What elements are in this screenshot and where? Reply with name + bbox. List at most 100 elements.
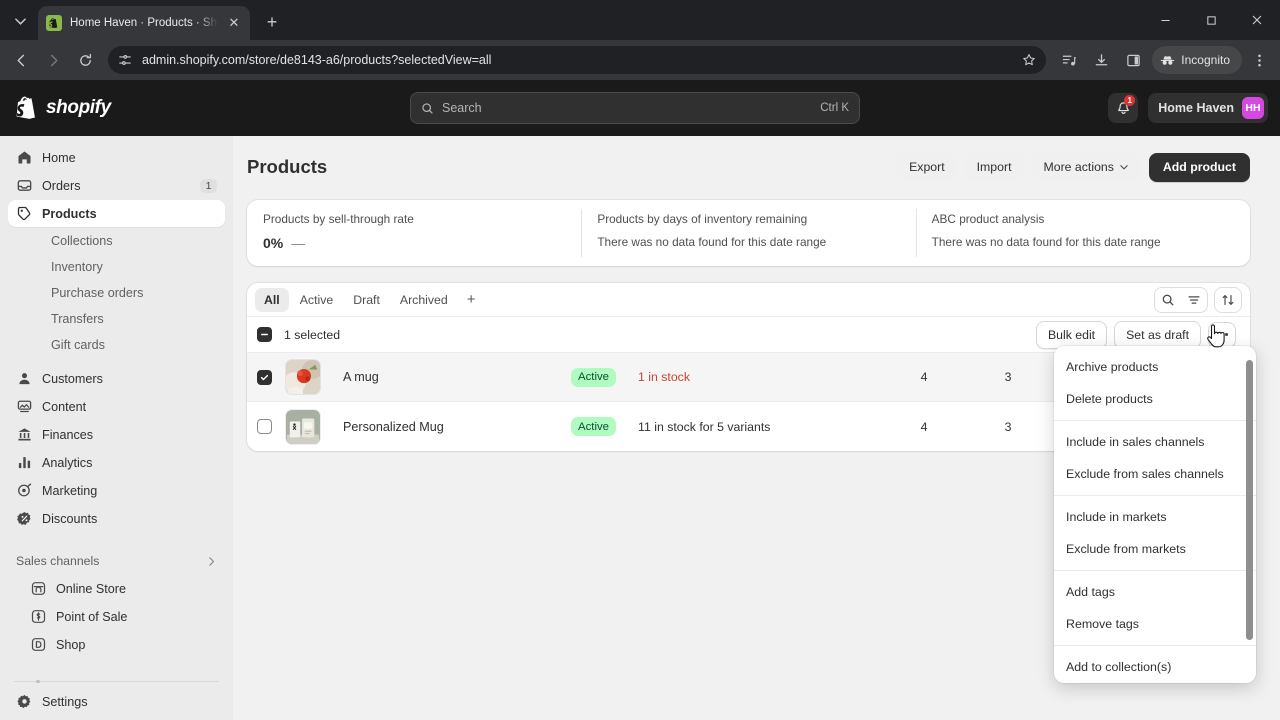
bookmark-star-icon[interactable] xyxy=(1022,53,1036,67)
new-tab-button[interactable]: + xyxy=(258,8,286,36)
metric-days-of-inventory[interactable]: Products by days of inventory remaining … xyxy=(581,200,915,266)
menu-item-exclude-from-sales-channels[interactable]: Exclude from sales channels xyxy=(1054,458,1256,490)
reload-icon[interactable] xyxy=(70,45,100,75)
customer-icon xyxy=(16,370,33,387)
menu-item-archive-products[interactable]: Archive products xyxy=(1054,351,1256,383)
select-all-checkbox[interactable] xyxy=(257,327,272,342)
tab-strip: Home Haven · Products · Shopi ✕ + xyxy=(0,0,1280,40)
product-thumbnail xyxy=(285,359,321,395)
global-search-input[interactable]: Search Ctrl K xyxy=(410,92,860,124)
add-product-button[interactable]: Add product xyxy=(1148,152,1250,182)
metric-sell-through-rate[interactable]: Products by sell-through rate 0% — xyxy=(247,200,581,266)
browser-toolbar: admin.shopify.com/store/de8143-a6/produc… xyxy=(0,40,1280,80)
point-of-sale-icon xyxy=(30,608,47,625)
metric-label: ABC product analysis xyxy=(931,212,1045,226)
sidebar-section-sales-channels[interactable]: Sales channels xyxy=(8,547,225,575)
tab-draft[interactable]: Draft xyxy=(344,288,389,312)
bulk-more-actions-button[interactable] xyxy=(1208,321,1236,348)
side-panel-icon[interactable] xyxy=(1118,45,1148,75)
dropdown-scroll-area: Archive products Delete products Include… xyxy=(1054,346,1256,683)
set-as-draft-button[interactable]: Set as draft xyxy=(1114,320,1201,349)
close-icon[interactable]: ✕ xyxy=(226,15,242,31)
export-button[interactable]: Export xyxy=(897,153,957,181)
sidebar-item-customers[interactable]: Customers xyxy=(8,365,225,392)
bulk-edit-button[interactable]: Bulk edit xyxy=(1035,320,1108,349)
page-actions: Export Import More actions Add product xyxy=(897,152,1250,182)
page-header: Products Export Import More actions Add … xyxy=(247,150,1250,184)
row-value-a: 4 xyxy=(920,370,928,384)
menu-item-delete-products[interactable]: Delete products xyxy=(1054,383,1256,415)
store-menu-button[interactable]: Home Haven HH xyxy=(1148,93,1268,123)
sidebar-item-gift-cards[interactable]: Gift cards xyxy=(8,332,225,358)
tab-archived[interactable]: Archived xyxy=(391,288,457,312)
sidebar-item-point-of-sale[interactable]: Point of Sale xyxy=(8,603,225,630)
shopify-logo[interactable]: shopify xyxy=(12,96,234,121)
more-actions-button[interactable]: More actions xyxy=(1031,153,1141,181)
close-window-icon[interactable] xyxy=(1234,0,1280,40)
menu-divider xyxy=(1054,645,1256,646)
search-icon xyxy=(421,102,434,115)
sidebar-item-home[interactable]: Home xyxy=(8,144,225,171)
menu-item-remove-tags[interactable]: Remove tags xyxy=(1054,608,1256,640)
address-bar[interactable]: admin.shopify.com/store/de8143-a6/produc… xyxy=(108,46,1047,74)
download-icon[interactable] xyxy=(1086,45,1116,75)
filter-icon[interactable] xyxy=(1181,288,1207,312)
menu-item-include-in-markets[interactable]: Include in markets xyxy=(1054,501,1256,533)
status-badge: Active xyxy=(571,417,617,436)
shop-icon xyxy=(30,636,47,653)
browser-tab[interactable]: Home Haven · Products · Shopi ✕ xyxy=(38,6,250,40)
row-checkbox[interactable] xyxy=(257,369,272,385)
back-arrow-icon[interactable] xyxy=(6,45,36,75)
incognito-indicator[interactable]: Incognito xyxy=(1152,46,1242,74)
metric-abc-analysis[interactable]: ABC product analysis There was no data f… xyxy=(915,200,1250,266)
global-search-placeholder: Search xyxy=(442,101,482,115)
sidebar-item-analytics[interactable]: Analytics xyxy=(8,449,225,476)
tab-all[interactable]: All xyxy=(255,287,289,312)
sidebar-item-orders[interactable]: Orders 1 xyxy=(8,172,225,199)
menu-item-exclude-from-markets[interactable]: Exclude from markets xyxy=(1054,533,1256,565)
product-thumbnail xyxy=(285,408,321,445)
online-store-icon xyxy=(30,580,47,597)
notifications-button[interactable]: 1 xyxy=(1108,93,1139,123)
sidebar-item-label: Shop xyxy=(56,637,86,652)
sidebar-item-products[interactable]: Products xyxy=(8,200,225,227)
metric-label: Products by sell-through rate xyxy=(263,212,414,226)
sidebar-item-finances[interactable]: Finances xyxy=(8,421,225,448)
metric-empty-text: There was no data found for this date ra… xyxy=(931,235,1161,249)
sidebar-item-content[interactable]: Content xyxy=(8,393,225,420)
sort-icon[interactable] xyxy=(1215,288,1241,312)
sort-button[interactable] xyxy=(1214,286,1242,313)
row-checkbox[interactable] xyxy=(257,419,272,434)
site-settings-icon[interactable] xyxy=(118,53,132,67)
minimize-icon[interactable] xyxy=(1142,0,1188,40)
product-name[interactable]: A mug xyxy=(343,370,571,384)
browser-menu-icon[interactable] xyxy=(1244,45,1274,75)
sidebar-item-transfers[interactable]: Transfers xyxy=(8,306,225,332)
menu-item-include-in-sales-channels[interactable]: Include in sales channels xyxy=(1054,426,1256,458)
table-tools xyxy=(1154,286,1242,313)
tab-active[interactable]: Active xyxy=(291,288,343,312)
add-view-button[interactable]: + xyxy=(459,288,484,312)
sidebar-item-marketing[interactable]: Marketing xyxy=(8,477,225,504)
selected-count: 1 selected xyxy=(284,327,341,342)
sidebar-item-settings[interactable]: Settings xyxy=(8,688,225,715)
search-icon[interactable] xyxy=(1155,288,1181,312)
maximize-icon[interactable] xyxy=(1188,0,1234,40)
chevron-right-icon[interactable] xyxy=(206,556,217,567)
sidebar-item-label: Marketing xyxy=(42,483,98,498)
sidebar-item-label: Online Store xyxy=(56,581,127,596)
menu-item-add-tags[interactable]: Add tags xyxy=(1054,576,1256,608)
sidebar-item-shop[interactable]: Shop xyxy=(8,631,225,658)
import-button[interactable]: Import xyxy=(964,153,1024,181)
product-name[interactable]: Personalized Mug xyxy=(343,420,571,434)
menu-item-add-to-collections[interactable]: Add to collection(s) xyxy=(1054,651,1256,683)
sidebar-item-online-store[interactable]: Online Store xyxy=(8,575,225,602)
forward-arrow-icon[interactable] xyxy=(38,45,68,75)
sidebar-item-discounts[interactable]: Discounts xyxy=(8,505,225,532)
sidebar-item-inventory[interactable]: Inventory xyxy=(8,254,225,280)
dropdown-scrollbar-thumb[interactable] xyxy=(1246,360,1253,640)
tab-search-button[interactable] xyxy=(6,7,34,35)
sidebar-item-purchase-orders[interactable]: Purchase orders xyxy=(8,280,225,306)
reading-list-icon[interactable] xyxy=(1054,45,1084,75)
sidebar-item-collections[interactable]: Collections xyxy=(8,228,225,254)
